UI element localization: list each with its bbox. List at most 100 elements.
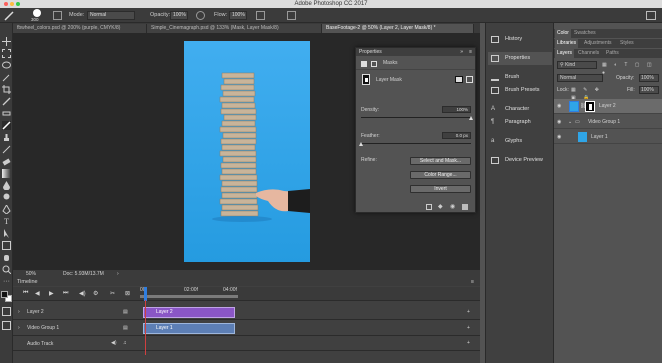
quick-mask-icon[interactable] — [2, 307, 11, 316]
gradient-tool-icon[interactable] — [2, 169, 11, 178]
add-media-icon[interactable]: + — [467, 309, 470, 315]
select-and-mask-button[interactable]: Select and Mask... — [410, 157, 471, 165]
minimize-window-icon[interactable] — [10, 2, 14, 6]
panel-collapse-icon[interactable]: » — [460, 48, 463, 56]
clone-stamp-tool-icon[interactable] — [2, 133, 11, 142]
filter-type-icons[interactable]: ▦ ◐ T ▢ ◫ ● — [602, 61, 660, 76]
audio-mute-icon[interactable]: ◀) — [111, 340, 117, 346]
tab-adjustments[interactable]: Adjustments — [582, 39, 614, 48]
first-frame-icon[interactable]: ⏮ — [23, 290, 28, 297]
document-canvas[interactable] — [184, 41, 310, 262]
density-slider[interactable] — [361, 117, 471, 118]
delete-mask-icon[interactable] — [462, 204, 468, 210]
audio-icon[interactable]: ◀) — [79, 290, 86, 297]
timeline-header[interactable]: Timeline ≡ — [13, 278, 480, 286]
layer-mask-thumbnail[interactable] — [585, 101, 595, 112]
crop-tool-icon[interactable] — [2, 85, 11, 94]
apply-mask-icon[interactable]: ◆ — [438, 204, 444, 210]
pen-tool-icon[interactable] — [2, 204, 11, 215]
brush-tool-icon[interactable] — [2, 121, 11, 130]
density-field[interactable]: 100% — [442, 106, 471, 113]
layer-opacity-field[interactable]: 100% — [639, 74, 659, 82]
clip-layer-2[interactable]: Layer 2 — [143, 307, 235, 318]
layer-name[interactable]: Layer 2 — [599, 99, 616, 113]
add-vector-mask-icon[interactable] — [466, 76, 473, 83]
history-brush-tool-icon[interactable] — [2, 145, 11, 154]
panel-glyphs[interactable]: a Glyphs — [488, 135, 552, 148]
prev-frame-icon[interactable]: ◀ — [35, 290, 40, 297]
eye-icon[interactable]: ◉ — [557, 130, 561, 144]
status-menu-icon[interactable]: › — [117, 270, 119, 278]
playhead[interactable] — [144, 287, 147, 301]
layer-row-video-group-1[interactable]: ◉ ⌄ ▭ Video Group 1 — [554, 115, 662, 129]
zoom-level[interactable]: 50% — [26, 270, 36, 278]
panel-paragraph[interactable]: ¶ Paragraph — [488, 116, 552, 129]
dodge-tool-icon[interactable] — [2, 193, 11, 202]
doc-tab-cinemagraph[interactable]: Simple_Cinemagraph.psd @ 133% (Mask, Lay… — [147, 24, 322, 33]
edit-toolbar-icon[interactable]: ··· — [2, 277, 11, 286]
panel-history[interactable]: History — [488, 33, 552, 46]
density-slider-thumb[interactable] — [469, 116, 473, 120]
quick-selection-tool-icon[interactable] — [2, 73, 11, 82]
mode-select[interactable]: Normal — [87, 11, 135, 20]
feather-slider-thumb[interactable] — [359, 142, 363, 146]
tab-color[interactable]: Color — [555, 29, 571, 38]
add-media-icon[interactable]: + — [467, 325, 470, 331]
fill-field[interactable]: 100% — [639, 86, 659, 94]
doc-size[interactable]: Doc: 5.93M/13.7M — [63, 270, 104, 278]
feather-slider[interactable] — [361, 143, 471, 144]
layer-filter-select[interactable]: ⚲ Kind — [557, 61, 597, 69]
pressure-opacity-icon[interactable] — [196, 11, 205, 20]
tab-paths[interactable]: Paths — [604, 49, 621, 58]
doc-tab-basefootage[interactable]: BaseFootage-2 @ 50% (Layer 2, Layer Mask… — [322, 24, 474, 33]
layer-row-layer-2[interactable]: ◉ ⛓ Layer 2 — [554, 99, 662, 114]
rectangle-tool-icon[interactable] — [2, 241, 11, 250]
tab-channels[interactable]: Channels — [576, 49, 601, 58]
path-selection-tool-icon[interactable] — [2, 229, 11, 238]
tab-swatches[interactable]: Swatches — [572, 29, 598, 38]
load-selection-icon[interactable] — [426, 204, 432, 210]
blur-tool-icon[interactable] — [2, 181, 11, 191]
transition-icon[interactable]: ⊠ — [125, 290, 130, 297]
symmetry-icon[interactable] — [287, 11, 296, 20]
lock-icons[interactable]: ▦ ✎ ✥ ▣ 🔒 — [571, 86, 611, 101]
healing-brush-tool-icon[interactable] — [2, 109, 11, 118]
doc-tab-fbwheel[interactable]: fbwheel_colors.psd @ 200% (purple, CMYK/… — [13, 24, 147, 33]
track-audio[interactable]: Audio Track ◀) ♫ + — [13, 337, 480, 351]
audio-options-icon[interactable]: ♫ — [123, 340, 127, 346]
layer-mask-thumbnail[interactable] — [362, 74, 370, 85]
type-tool-icon[interactable]: T — [2, 217, 11, 226]
invert-button[interactable]: Invert — [410, 185, 471, 193]
timeline-ruler[interactable]: 00 02:00f 04:00f — [140, 287, 470, 301]
clip-layer-1[interactable]: Layer 1 — [143, 323, 235, 334]
settings-icon[interactable]: ⚙ — [93, 290, 98, 297]
eyedropper-tool-icon[interactable] — [2, 97, 11, 106]
track-layer-2[interactable]: › Layer 2 ▤ Layer 2 + — [13, 305, 480, 320]
track-options-icon[interactable]: ▤ — [123, 325, 128, 331]
tab-styles[interactable]: Styles — [618, 39, 636, 48]
properties-panel-header[interactable]: Properties » ≡ — [356, 48, 475, 56]
zoom-window-icon[interactable] — [16, 2, 20, 6]
zoom-tool-icon[interactable] — [2, 265, 12, 275]
feather-field[interactable]: 0.0 px — [442, 132, 471, 139]
workspace-icon[interactable] — [646, 11, 656, 20]
select-layer-mask-icon[interactable] — [455, 76, 463, 83]
play-icon[interactable]: ▶ — [49, 290, 54, 297]
panel-device-preview[interactable]: Device Preview — [488, 154, 552, 167]
eye-icon[interactable]: ◉ — [557, 115, 561, 129]
lasso-tool-icon[interactable] — [2, 61, 11, 70]
color-range-button[interactable]: Color Range... — [410, 171, 471, 179]
panel-brush[interactable]: Brush — [488, 71, 552, 84]
track-options-icon[interactable]: ▤ — [123, 309, 128, 315]
airbrush-icon[interactable] — [256, 11, 265, 20]
layer-name[interactable]: Layer 1 — [591, 130, 608, 144]
panel-menu-icon[interactable]: ≡ — [469, 48, 472, 56]
timeline-menu-icon[interactable]: ≡ — [471, 278, 474, 286]
layer-name[interactable]: Video Group 1 — [588, 115, 620, 129]
next-frame-icon[interactable]: ⏭ — [63, 290, 68, 297]
foreground-color-swatch[interactable] — [1, 291, 8, 298]
move-tool-icon[interactable] — [2, 37, 11, 46]
split-icon[interactable]: ✂ — [110, 290, 115, 297]
brush-preset-picker[interactable]: 300 — [30, 9, 44, 22]
work-area-bar[interactable] — [140, 295, 238, 298]
